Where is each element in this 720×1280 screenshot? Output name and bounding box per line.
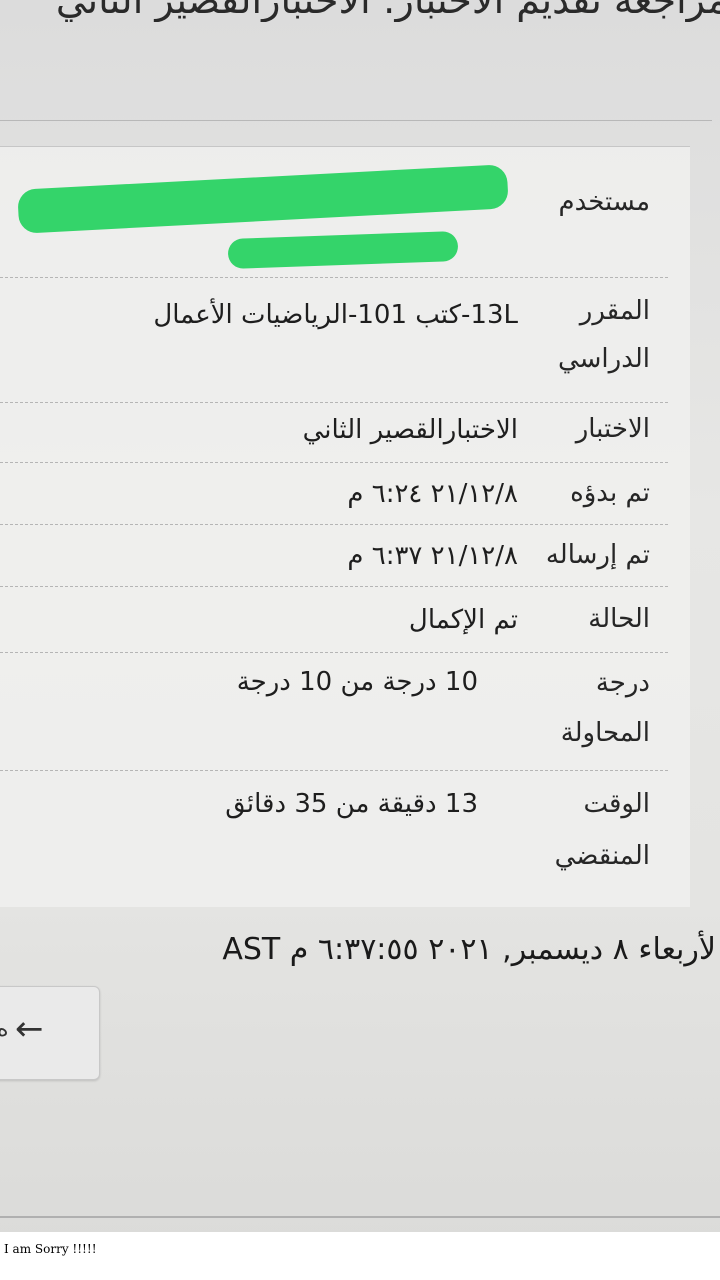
detail-value: 10 درجة من 10 درجة [236, 667, 478, 697]
detail-label: الحالة [588, 604, 650, 634]
detail-label: الاختبار [575, 414, 650, 444]
redaction-mark [227, 230, 459, 270]
detail-label: مستخدم [558, 187, 651, 217]
detail-row-elapsed: الوقت المنقضي 13 دقيقة من 35 دقائق [0, 770, 668, 900]
detail-value: 13 دقيقة من 35 دقائق [225, 789, 478, 819]
attempt-details-card: مستخدم المقرر الدراسي 13L-كتب 101-الرياض… [0, 146, 690, 907]
detail-value: ٢١/١٢/٨ ٦:٣٧ م [347, 541, 518, 571]
detail-label: المقرر الدراسي [557, 296, 650, 374]
arrow-left-icon: ← [15, 1009, 44, 1049]
divider [0, 120, 712, 121]
detail-label: درجة المحاولة [560, 668, 650, 748]
detail-value: الاختبارالقصير الثاني [302, 415, 518, 445]
detail-label: تم بدؤه [570, 478, 650, 508]
detail-value: تم الإكمال [408, 605, 518, 635]
divider [0, 1216, 720, 1218]
footer-timestamp: لأربعاء ٨ ديسمبر, ٢٠٢١ ٦:٣٧:٥٥ م AST [222, 932, 716, 967]
detail-row-test: الاختبار الاختبارالقصير الثاني [0, 402, 668, 463]
detail-row-started: تم بدؤه ٢١/١٢/٨ ٦:٢٤ م [0, 462, 668, 525]
page-title: مراجعة تقديم الاختبار: الاختبارالقصير ال… [55, 0, 720, 22]
detail-row-score: درجة المحاولة 10 درجة من 10 درجة [0, 652, 668, 771]
detail-label: الوقت المنقضي [554, 789, 650, 871]
detail-row-user: مستخدم [0, 147, 668, 278]
detail-row-submitted: تم إرساله ٢١/١٢/٨ ٦:٣٧ م [0, 524, 668, 587]
detail-value: ٢١/١٢/٨ ٦:٢٤ م [347, 479, 518, 509]
screen: مراجعة تقديم الاختبار: الاختبارالقصير ال… [0, 0, 720, 1280]
detail-row-course: المقرر الدراسي 13L-كتب 101-الرياضيات الأ… [0, 277, 668, 403]
redaction-mark [17, 164, 509, 234]
back-button[interactable]: ← ه [0, 986, 100, 1080]
caption-text: I am Sorry !!!!! [4, 1242, 97, 1256]
back-button-label: ه [0, 1017, 9, 1042]
detail-value: 13L-كتب 101-الرياضيات الأعمال [153, 300, 518, 330]
caption-bar: I am Sorry !!!!! [0, 1232, 720, 1280]
detail-row-status: الحالة تم الإكمال [0, 586, 668, 653]
detail-label: تم إرساله [545, 540, 650, 570]
